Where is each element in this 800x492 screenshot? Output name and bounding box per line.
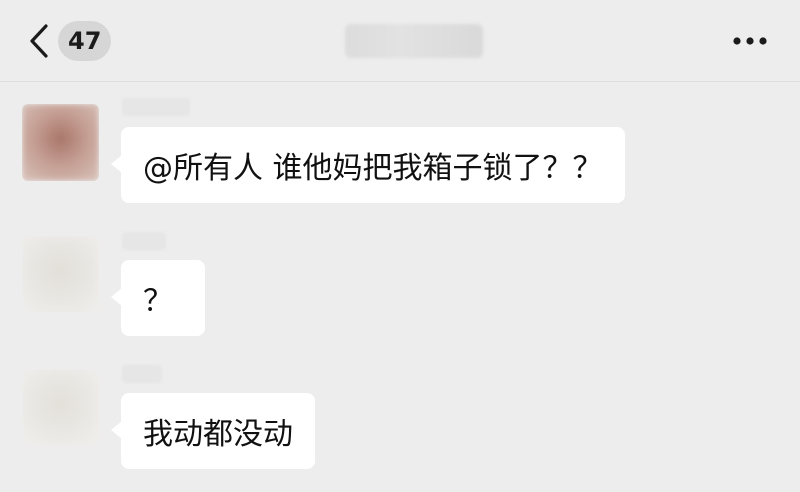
message-text: 我动都没动 xyxy=(143,417,293,452)
message-bubble[interactable]: 我动都没动 xyxy=(111,393,315,469)
back-button[interactable]: 47 xyxy=(26,20,120,62)
more-options-button[interactable] xyxy=(730,26,770,56)
message-bubble[interactable]: ？ xyxy=(111,260,205,336)
unread-count-badge: 47 xyxy=(58,21,112,61)
chat-header: 47 xyxy=(0,0,800,82)
message-bubble[interactable]: @所有人 谁他妈把我箱子锁了？？ xyxy=(111,127,625,203)
sender-name-redacted xyxy=(122,365,162,383)
avatar[interactable] xyxy=(22,369,99,446)
chevron-left-icon xyxy=(26,21,52,61)
message-row: @所有人 谁他妈把我箱子锁了？？ xyxy=(0,96,800,208)
message-row: ？ xyxy=(0,230,800,342)
sender-name-redacted xyxy=(122,232,166,250)
avatar[interactable] xyxy=(22,104,99,181)
more-dots-icon xyxy=(733,37,767,45)
sender-name-redacted xyxy=(122,98,190,116)
message-text: ？ xyxy=(143,284,173,319)
message-row: 我动都没动 xyxy=(0,363,800,475)
message-text: @所有人 谁他妈把我箱子锁了？？ xyxy=(143,151,603,186)
chat-title-redacted xyxy=(345,24,483,58)
avatar[interactable] xyxy=(22,236,99,313)
